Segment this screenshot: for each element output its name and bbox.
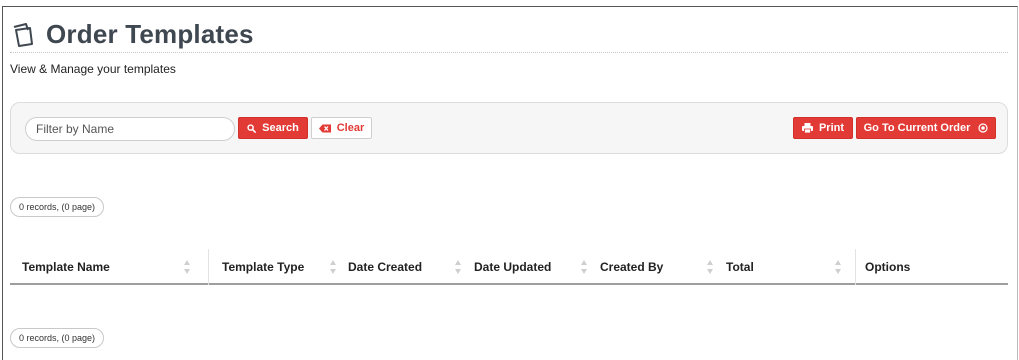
records-count-bottom: 0 records, (0 page)	[10, 328, 105, 348]
title-row: Order Templates	[10, 14, 254, 54]
column-divider	[208, 249, 209, 285]
column-date-updated[interactable]: Date Updated	[474, 249, 551, 285]
sort-icon[interactable]	[580, 258, 588, 276]
filter-panel: Search Clear Print Go To Current Order	[10, 102, 1008, 154]
column-divider	[855, 249, 856, 285]
templates-icon	[13, 23, 33, 47]
clear-button-label: Clear	[336, 122, 365, 134]
search-icon	[247, 123, 257, 133]
go-to-current-order-button[interactable]: Go To Current Order	[856, 117, 996, 139]
column-date-created[interactable]: Date Created	[348, 249, 422, 285]
records-count-top: 0 records, (0 page)	[10, 197, 105, 217]
column-template-name[interactable]: Template Name	[22, 249, 110, 285]
search-button-label: Search	[262, 122, 299, 134]
eraser-icon	[318, 124, 331, 132]
sort-icon[interactable]	[706, 258, 714, 276]
sort-icon[interactable]	[329, 258, 337, 276]
sort-icon[interactable]	[454, 258, 462, 276]
filter-by-name-input[interactable]	[25, 117, 235, 141]
page-title: Order Templates	[46, 18, 254, 49]
column-options: Options	[865, 260, 911, 274]
print-button[interactable]: Print	[793, 117, 853, 139]
clear-button[interactable]: Clear	[311, 117, 372, 139]
page-subtitle: View & Manage your templates	[10, 62, 176, 76]
column-total[interactable]: Total	[726, 249, 754, 285]
table-header: Template Name Template Type Date Created…	[10, 249, 1008, 285]
sort-icon[interactable]	[183, 258, 191, 276]
page-frame	[2, 6, 1018, 360]
column-created-by[interactable]: Created By	[600, 249, 663, 285]
sort-icon[interactable]	[834, 258, 842, 276]
search-button[interactable]: Search	[238, 117, 308, 139]
arrow-circle-icon	[978, 123, 988, 133]
column-template-type[interactable]: Template Type	[222, 249, 304, 285]
go-to-current-order-label: Go To Current Order	[863, 122, 971, 134]
print-button-label: Print	[818, 122, 845, 134]
printer-icon	[801, 123, 813, 133]
title-divider	[10, 52, 1008, 53]
